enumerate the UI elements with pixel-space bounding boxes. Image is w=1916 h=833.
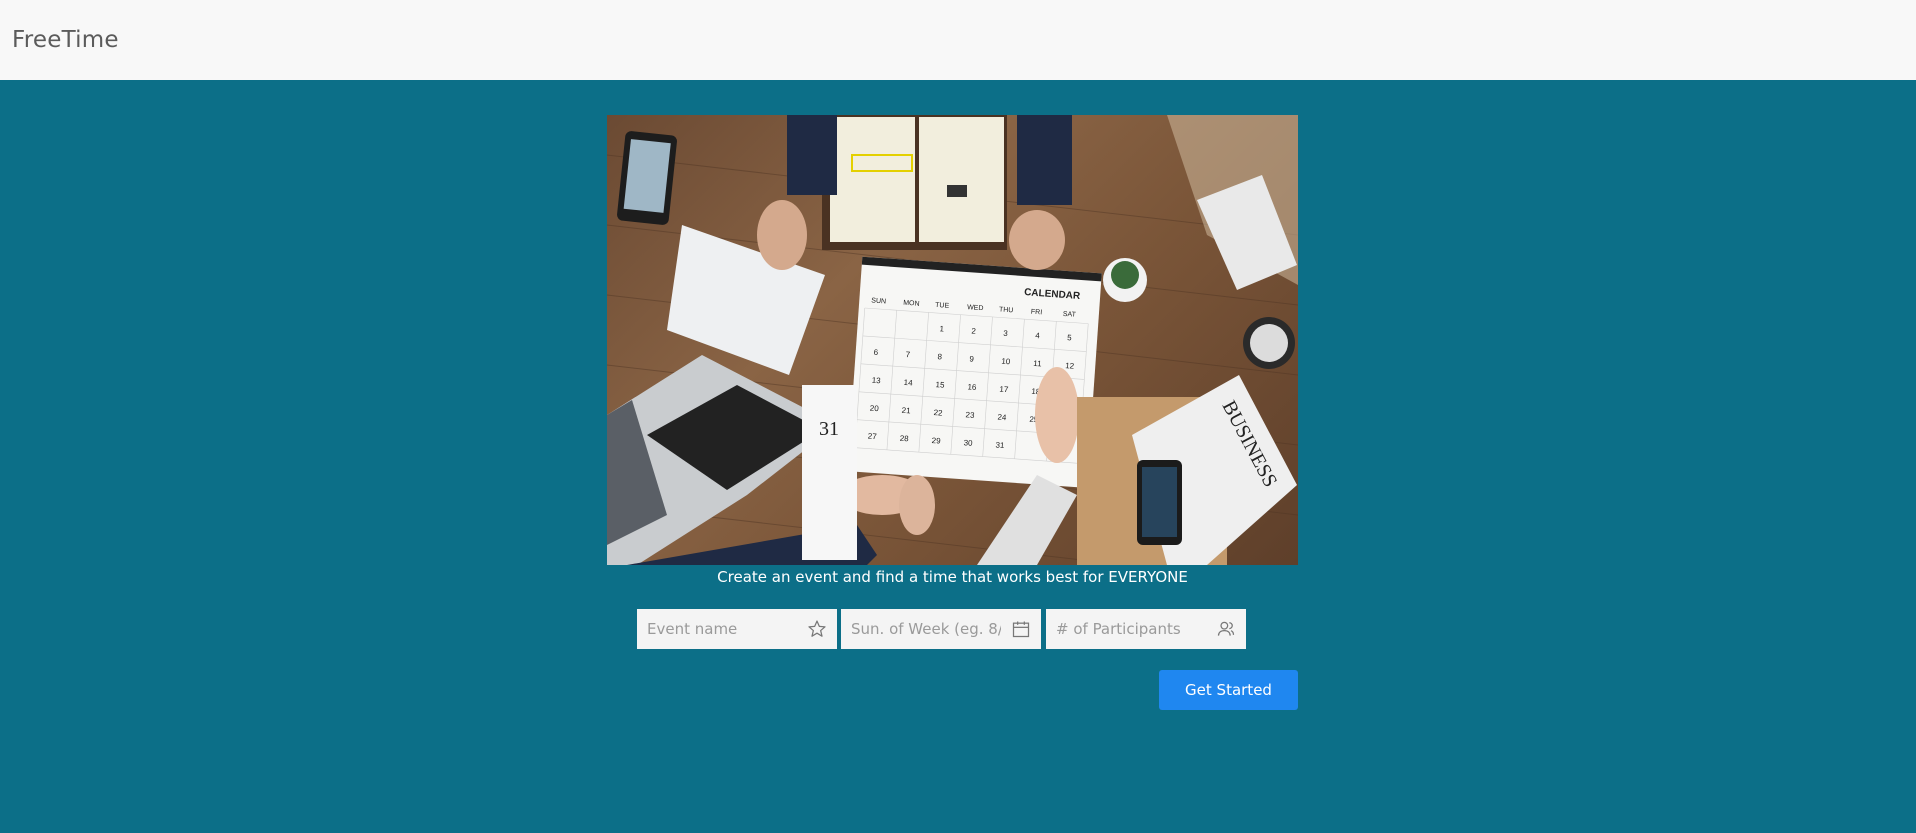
calendar-date-label: 11 — [1033, 359, 1042, 369]
calendar-icon — [1012, 621, 1030, 638]
calendar-date-label: 28 — [899, 434, 909, 444]
calendar-date-label: 22 — [933, 408, 943, 418]
calendar-date-label: 31 — [995, 440, 1005, 450]
calendar-weekday-label: FRI — [1031, 309, 1043, 317]
hero-image: CALENDAR SUN MON TUE WED THU FRI SAT 123456789… — [607, 115, 1298, 565]
calendar-date-label: 12 — [1065, 361, 1075, 371]
calendar-date-label: 17 — [999, 385, 1009, 395]
calendar-weekday-label: TUE — [935, 302, 950, 310]
participants-input[interactable] — [1056, 620, 1206, 638]
calendar-date-label: 21 — [901, 406, 911, 416]
get-started-button[interactable]: Get Started — [1159, 670, 1298, 710]
top-navbar: FreeTime — [0, 0, 1916, 80]
participants-field[interactable] — [1046, 609, 1246, 649]
brand-logo[interactable]: FreeTime — [12, 27, 119, 53]
calendar-date-label: 16 — [967, 382, 977, 392]
people-icon — [1217, 621, 1235, 636]
calendar-weekday-label: SAT — [1063, 311, 1077, 319]
event-name-field[interactable] — [637, 609, 837, 649]
calendar-date-label: 15 — [935, 380, 945, 390]
calendar-date-label: 23 — [965, 410, 975, 420]
desk-calendar-day: 31 — [819, 418, 839, 440]
calendar-date-label: 29 — [931, 436, 941, 446]
calendar-weekday-label: WED — [967, 304, 984, 312]
calendar-weekday-label: SUN — [871, 297, 886, 305]
calendar-date-label: 27 — [868, 432, 878, 442]
star-icon — [808, 620, 826, 637]
event-name-input[interactable] — [647, 620, 797, 638]
calendar-date-label: 30 — [963, 438, 973, 448]
week-start-field[interactable] — [841, 609, 1041, 649]
tagline: Create an event and find a time that wor… — [717, 568, 1188, 586]
main-content: CALENDAR SUN MON TUE WED THU FRI SAT 123456789… — [0, 80, 1916, 833]
calendar-date-label: 20 — [869, 404, 879, 414]
calendar-date-label: 13 — [871, 376, 881, 386]
calendar-weekday-label: MON — [903, 300, 920, 308]
calendar-date-label: 24 — [997, 413, 1007, 423]
week-start-input[interactable] — [851, 620, 1001, 638]
calendar-date-label: 14 — [903, 378, 913, 388]
calendar-date-label: 10 — [1001, 357, 1011, 367]
calendar-weekday-label: THU — [999, 306, 1014, 314]
